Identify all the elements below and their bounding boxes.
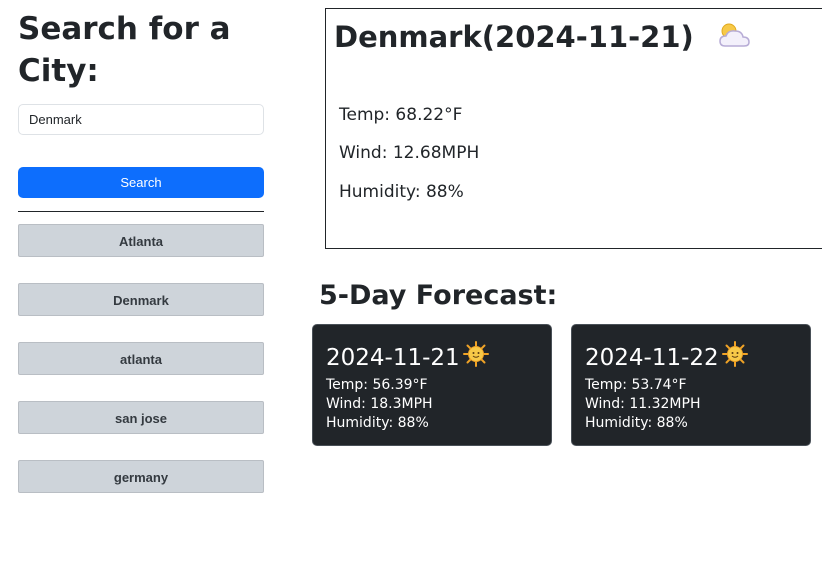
forecast-date: 2024-11-22: [585, 345, 719, 371]
forecast-humidity: Humidity: 88%: [585, 415, 688, 431]
forecast-card: 2024-11-22 Temp: 53.74°F Wind: 11.32MPH …: [571, 324, 811, 446]
search-heading: Search for a City:: [18, 11, 231, 89]
forecast-heading: 5-Day Forecast:: [319, 280, 558, 311]
history-button-atlanta[interactable]: Atlanta: [18, 224, 264, 257]
city-search-input[interactable]: [18, 104, 264, 135]
search-history-list: Atlanta Denmark atlanta san jose germany: [18, 224, 264, 519]
current-weather-title-text: Denmark(2024-11-21): [334, 20, 694, 54]
current-temp: Temp: 68.22°F: [339, 105, 463, 125]
history-button-denmark[interactable]: Denmark: [18, 283, 264, 316]
weather-dashboard: Search for a City: Search Atlanta Denmar…: [0, 0, 822, 585]
forecast-temp: Temp: 56.39°F: [326, 377, 428, 393]
divider: [18, 211, 264, 212]
current-weather-title: Denmark(2024-11-21): [334, 19, 752, 58]
current-humidity: Humidity: 88%: [339, 182, 464, 202]
history-button-atlanta-lower[interactable]: atlanta: [18, 342, 264, 375]
search-button[interactable]: Search: [18, 167, 264, 198]
forecast-date: 2024-11-21: [326, 345, 460, 371]
forecast-temp: Temp: 53.74°F: [585, 377, 687, 393]
history-button-san-jose[interactable]: san jose: [18, 401, 264, 434]
forecast-card: 2024-11-21 Temp: 56.39°F Wind: 18.3MPH H…: [312, 324, 552, 446]
current-wind: Wind: 12.68MPH: [339, 143, 480, 163]
forecast-humidity: Humidity: 88%: [326, 415, 429, 431]
partly-cloudy-icon: [716, 20, 752, 58]
forecast-wind: Wind: 11.32MPH: [585, 396, 701, 412]
forecast-wind: Wind: 18.3MPH: [326, 396, 433, 412]
current-weather-card: Denmark(2024-11-21) Temp: 68.22°F Wind: …: [325, 8, 822, 249]
forecast-date-row: 2024-11-22: [585, 340, 749, 377]
sun-icon: [721, 340, 749, 377]
history-button-germany[interactable]: germany: [18, 460, 264, 493]
forecast-date-row: 2024-11-21: [326, 340, 490, 377]
sun-icon: [462, 340, 490, 377]
